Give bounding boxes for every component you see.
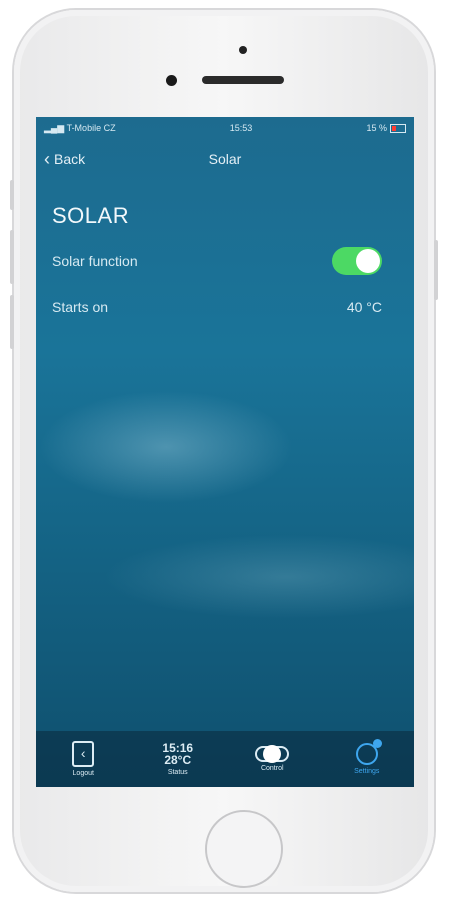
solar-function-toggle[interactable]: [332, 247, 382, 275]
battery-icon: [390, 124, 406, 134]
front-camera: [166, 75, 177, 86]
setting-row-starts-on[interactable]: Starts on 40 °C: [52, 299, 382, 315]
setting-label: Solar function: [52, 253, 138, 269]
tab-bar: ‹ Logout 15:16 28°C Status Control Setti…: [36, 731, 414, 787]
setting-value: 40 °C: [346, 299, 382, 315]
clock-label: 15:53: [229, 123, 253, 133]
chevron-left-icon: ‹: [44, 148, 50, 169]
setting-label: Starts on: [52, 299, 109, 315]
tab-label: Status: [167, 769, 188, 776]
back-button[interactable]: ‹ Back: [44, 149, 85, 170]
status-bar: ▂▄▆ T-Mobile CZ 15:53 15 %: [36, 117, 414, 139]
volume-down-button: [10, 295, 14, 349]
logout-icon: ‹: [72, 741, 95, 767]
battery-status: 15 %: [366, 123, 406, 134]
earpiece-speaker: [202, 76, 284, 84]
status-temperature: 28°C: [164, 753, 192, 767]
tab-label: Logout: [72, 770, 94, 777]
tab-label: Control: [260, 765, 284, 772]
mute-switch: [10, 180, 14, 210]
signal-icon: ▂▄▆: [44, 122, 67, 133]
tab-status[interactable]: 15:16 28°C Status: [138, 742, 218, 776]
navigation-bar: ‹ Back Solar: [36, 139, 414, 179]
settings-icon: [355, 739, 382, 765]
tab-control[interactable]: Control: [232, 745, 312, 772]
tab-logout[interactable]: ‹ Logout: [43, 741, 123, 777]
control-toggle-icon: [255, 745, 290, 763]
section-title: SOLAR: [52, 203, 130, 228]
home-button[interactable]: [205, 810, 283, 888]
back-label: Back: [54, 151, 86, 167]
power-button: [434, 240, 438, 300]
app-screen: ▂▄▆ T-Mobile CZ 15:53 15 % ‹ Back Solar …: [36, 117, 414, 787]
camera-dot: [239, 46, 247, 54]
status-readout: 15:16 28°C: [162, 742, 193, 766]
setting-row-solar-function: Solar function: [52, 247, 382, 275]
carrier-label: ▂▄▆ T-Mobile CZ: [44, 122, 116, 133]
page-title: Solar: [208, 151, 242, 167]
volume-up-button: [10, 230, 14, 284]
tab-label: Settings: [354, 768, 380, 775]
tab-settings[interactable]: Settings: [327, 739, 407, 775]
toggle-knob: [356, 249, 380, 273]
